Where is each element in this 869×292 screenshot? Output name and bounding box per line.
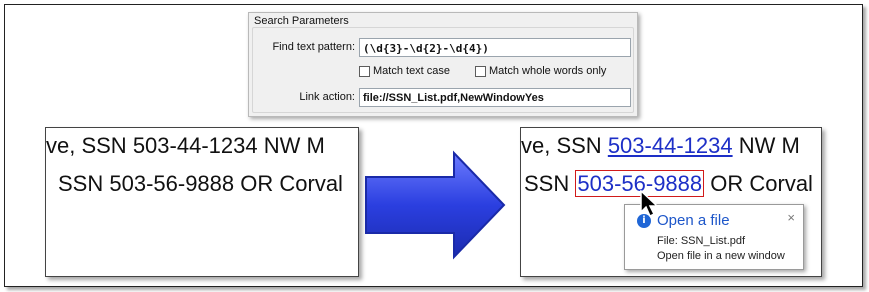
after-line2-suffix: OR Corval xyxy=(704,171,813,196)
close-icon[interactable]: × xyxy=(787,210,795,225)
before-line1-prefix: ve, SSN xyxy=(46,133,133,158)
right-arrow-icon xyxy=(365,150,506,260)
mouse-pointer-icon xyxy=(640,190,659,218)
before-line-2: SSN 503-56-9888 OR Corval xyxy=(58,171,343,197)
after-line2-prefix: SSN xyxy=(524,171,576,196)
after-line-2: SSN 503-56-9888 OR Corval xyxy=(524,170,813,197)
match-whole-words-label: Match whole words only xyxy=(489,65,607,77)
match-whole-words-checkbox[interactable]: Match whole words only xyxy=(475,65,606,77)
after-line-1: ve, SSN 503-44-1234 NW M xyxy=(521,133,800,159)
before-line2-suffix: OR Corval xyxy=(234,171,343,196)
match-case-label: Match text case xyxy=(373,65,451,77)
after-line1-prefix: ve, SSN xyxy=(521,133,608,158)
search-parameters-panel: Search Parameters Find text pattern: (\d… xyxy=(248,12,638,117)
before-line2-prefix: SSN xyxy=(58,171,110,196)
tooltip-title: Open a file xyxy=(657,212,730,229)
find-pattern-label: Find text pattern: xyxy=(272,41,355,53)
panel-title: Search Parameters xyxy=(254,15,349,27)
before-ssn-1: 503-44-1234 xyxy=(132,133,258,158)
match-case-box[interactable] xyxy=(359,65,370,77)
find-pattern-input[interactable]: (\d{3}-\d{2}-\d{4}) xyxy=(359,38,631,57)
after-line1-suffix: NW M xyxy=(732,133,800,158)
link-action-input[interactable]: file://SSN_List.pdf,NewWindowYes xyxy=(359,88,631,107)
before-ssn-2: 503-56-9888 xyxy=(109,171,235,196)
tooltip-file-line: File: SSN_List.pdf xyxy=(657,235,746,247)
before-document: ve, SSN 503-44-1234 NW M SSN 503-56-9888… xyxy=(45,127,359,277)
before-line1-suffix: NW M xyxy=(257,133,325,158)
match-whole-words-box[interactable] xyxy=(475,65,486,77)
match-case-checkbox[interactable]: Match text case xyxy=(359,65,450,77)
ssn-link-1[interactable]: 503-44-1234 xyxy=(608,133,733,158)
before-line-1: ve, SSN 503-44-1234 NW M xyxy=(46,133,325,159)
tooltip-action-line: Open file in a new window xyxy=(657,250,785,262)
link-action-label: Link action: xyxy=(299,91,355,103)
